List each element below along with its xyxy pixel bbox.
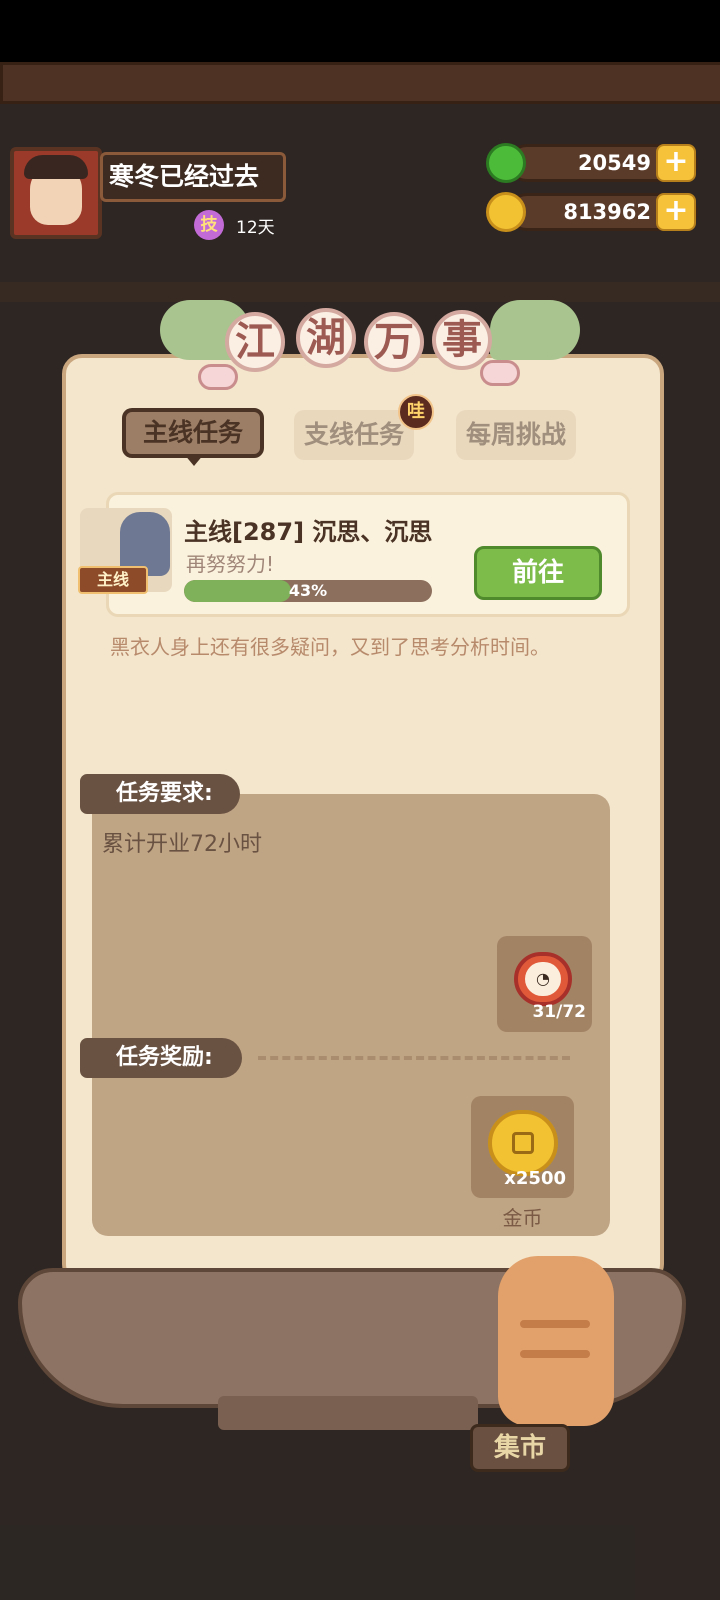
add-coin-button[interactable]: + — [656, 193, 696, 231]
timer-progress: 31/72 — [532, 1002, 586, 1022]
coin-icon — [486, 192, 526, 232]
skill-badge[interactable]: 技 — [194, 210, 224, 240]
panel-title-char: 湖 — [296, 308, 356, 368]
panel-title-char: 事 — [432, 310, 492, 370]
quest-description: 黑衣人身上还有很多疑问，又到了思考分析时间。 — [110, 635, 550, 659]
side-quest-badge: 哇 — [398, 394, 434, 430]
title-disk — [198, 364, 238, 390]
cat-stripe — [520, 1350, 590, 1358]
progress-label: 43% — [288, 581, 328, 600]
quest-title: 主线[287] 沉思、沉思 — [184, 518, 433, 546]
reward-quantity: x2500 — [504, 1168, 566, 1189]
avatar-hair — [24, 155, 88, 179]
requirement-text: 累计开业72小时 — [102, 832, 262, 857]
tab-weekly-challenge[interactable]: 每周挑战 — [456, 410, 576, 460]
jade-icon — [486, 143, 526, 183]
tab-side-quest[interactable]: 支线任务 — [294, 410, 414, 460]
requirement-label: 任务要求: — [80, 774, 240, 814]
clock-face-icon: ◔ — [525, 962, 561, 996]
dashed-divider — [258, 1056, 570, 1060]
main-quest-tag: 主线 — [78, 566, 148, 594]
cat-stripe — [520, 1320, 590, 1328]
go-button[interactable]: 前往 — [474, 546, 602, 600]
leaf-decoration-icon — [490, 300, 580, 360]
bowl-base — [218, 1396, 478, 1430]
tab-main-quest[interactable]: 主线任务 — [122, 408, 264, 458]
coin-hole-icon — [512, 1132, 534, 1154]
panel-title-char: 江 — [225, 312, 285, 372]
add-jade-button[interactable]: + — [656, 144, 696, 182]
quest-subtitle: 再努努力! — [186, 552, 275, 576]
market-button[interactable]: 集市 — [470, 1424, 570, 1472]
days-counter: 12天 — [236, 218, 275, 238]
reward-label: 任务奖励: — [80, 1038, 242, 1078]
player-name: 寒冬已经过去 — [100, 152, 286, 202]
cat-icon — [498, 1256, 614, 1426]
status-bar — [0, 0, 720, 62]
tab-pointer-icon — [184, 454, 204, 466]
title-disk — [480, 360, 520, 386]
avatar[interactable] — [10, 147, 102, 239]
reward-name: 金币 — [502, 1206, 543, 1230]
panel-title-char: 万 — [364, 312, 424, 372]
